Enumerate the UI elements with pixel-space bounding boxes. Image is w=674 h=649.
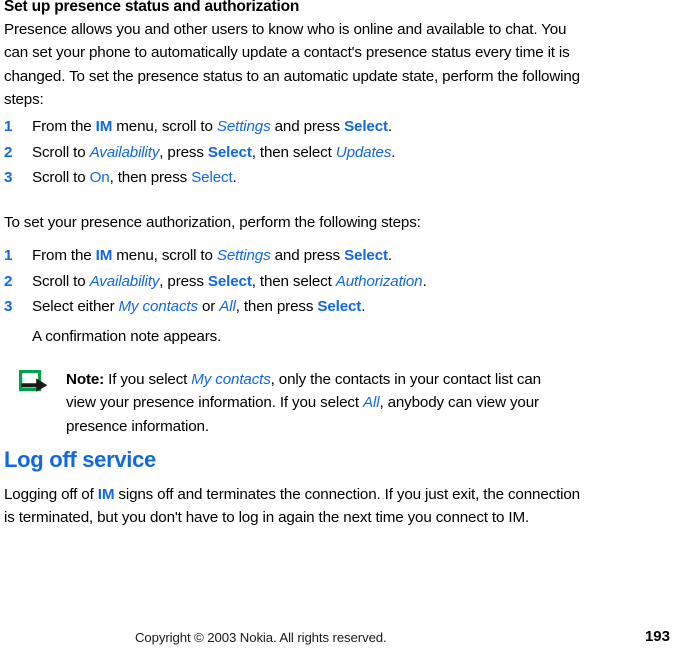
- step-1-run-0: From the: [32, 118, 96, 135]
- section-heading-log-off-service: Log off service: [4, 447, 156, 472]
- step-text: Select either My contacts or All, then p…: [32, 298, 365, 315]
- step-3-run-4: , then press: [235, 298, 318, 315]
- step-1-run-0: From the: [32, 247, 96, 264]
- copyright-notice: Copyright © 2003 Nokia. All rights reser…: [135, 630, 387, 645]
- step-3-run-5: Select: [317, 298, 362, 315]
- log-off-paragraph: Logging off of IM signs off and terminat…: [4, 483, 582, 530]
- step-item: 3 Scroll to On, then press Select.: [0, 165, 670, 191]
- note-text-run-4: All: [363, 394, 380, 412]
- authorization-lead-paragraph: To set your presence authorization, perf…: [4, 214, 421, 231]
- step-text: Scroll to Availability, press Select, th…: [32, 143, 396, 161]
- note-text-run-0: Note:: [66, 371, 105, 388]
- step-3-run-2: or: [197, 298, 220, 315]
- step-1-run-3: Settings: [216, 118, 271, 135]
- step-2-run-4: , then select: [251, 272, 336, 290]
- step-number: 1: [4, 247, 13, 264]
- step-number: 3: [4, 298, 13, 315]
- step-2-run-2: , press: [159, 272, 208, 290]
- step-2-run-1: Availability: [89, 272, 160, 290]
- step-result-note: A confirmation note appears.: [32, 327, 222, 345]
- page-subheading: Set up presence status and authorization: [4, 0, 300, 15]
- step-1-run-4: and press: [270, 118, 345, 135]
- step-item: 3 Select either My contacts or All, then …: [0, 294, 670, 320]
- step-2-run-3: Select: [207, 143, 252, 161]
- step-2-run-2: , press: [159, 143, 208, 161]
- note-text-run-2: My contacts: [191, 371, 271, 388]
- nokia-note-arrow-icon: [19, 370, 49, 396]
- step-2-run-4: , then select: [251, 143, 336, 161]
- page-number: 193: [644, 628, 670, 645]
- step-3-run-3: All: [219, 298, 236, 315]
- step-3-run-1: On: [89, 169, 110, 186]
- log-off-im-label: IM: [97, 486, 115, 503]
- step-3-run-3: Select: [191, 169, 233, 186]
- step-2-run-6: .: [422, 272, 427, 290]
- step-2-run-5: Updates: [335, 143, 392, 161]
- step-1-run-2: menu, scroll to: [112, 118, 217, 135]
- step-number: 1: [4, 118, 13, 135]
- step-3-run-0: Scroll to: [32, 169, 90, 186]
- step-item: 1 From the IM menu, scroll to Settings an…: [0, 243, 670, 269]
- step-3-run-6: .: [361, 298, 366, 315]
- step-2-run-0: Scroll to: [32, 272, 90, 290]
- step-3-run-0: Select either: [32, 298, 119, 315]
- step-1-run-5: Select: [344, 118, 388, 135]
- step-text: Scroll to On, then press Select.: [32, 169, 237, 186]
- step-1-run-6: .: [387, 247, 392, 264]
- note-text-run-1: If you select: [104, 371, 192, 388]
- step-1-run-4: and press: [270, 247, 345, 264]
- step-item: 2 Scroll to Availability, press Select, t…: [0, 140, 670, 166]
- step-2-run-3: Select: [207, 272, 252, 290]
- step-2-run-6: .: [391, 143, 396, 161]
- step-text: Scroll to Availability, press Select, th…: [32, 273, 427, 290]
- presence-steps-list: 1 From the IM menu, scroll to Settings an…: [0, 114, 670, 191]
- step-1-run-5: Select: [344, 247, 388, 264]
- manual-page: Set up presence status and authorization…: [0, 0, 674, 649]
- step-text: From the IM menu, scroll to Settings and…: [32, 247, 392, 264]
- step-1-run-1: IM: [95, 247, 113, 264]
- step-number: 3: [4, 169, 13, 186]
- step-1-run-1: IM: [95, 118, 113, 135]
- step-1-run-3: Settings: [216, 247, 271, 264]
- step-item: 2 Scroll to Availability, press Select, t…: [0, 269, 670, 295]
- step-3-run-1: My contacts: [118, 298, 199, 315]
- step-text: From the IM menu, scroll to Settings and…: [32, 118, 392, 135]
- step-2-run-5: Authorization: [335, 272, 423, 290]
- step-2-run-1: Availability: [89, 143, 160, 161]
- note-callout: Note: If you select My contacts, only th…: [0, 368, 670, 438]
- intro-paragraph: Presence allows you and other users to k…: [4, 21, 580, 108]
- authorization-steps-list: 1 From the IM menu, scroll to Settings an…: [0, 243, 670, 349]
- step-2-run-0: Scroll to: [32, 143, 90, 161]
- page-footer: Copyright © 2003 Nokia. All rights reser…: [0, 628, 674, 649]
- step-number: 2: [4, 272, 13, 290]
- step-3-run-2: , then press: [109, 169, 192, 186]
- note-text: Note: If you select My contacts, only th…: [66, 368, 566, 438]
- step-number: 2: [4, 143, 13, 161]
- step-1-run-2: menu, scroll to: [112, 247, 217, 264]
- step-1-run-6: .: [387, 118, 392, 135]
- step-3-run-4: .: [232, 169, 237, 186]
- step-item: 1 From the IM menu, scroll to Settings an…: [0, 114, 670, 140]
- log-off-text-part1: Logging off of: [4, 486, 98, 503]
